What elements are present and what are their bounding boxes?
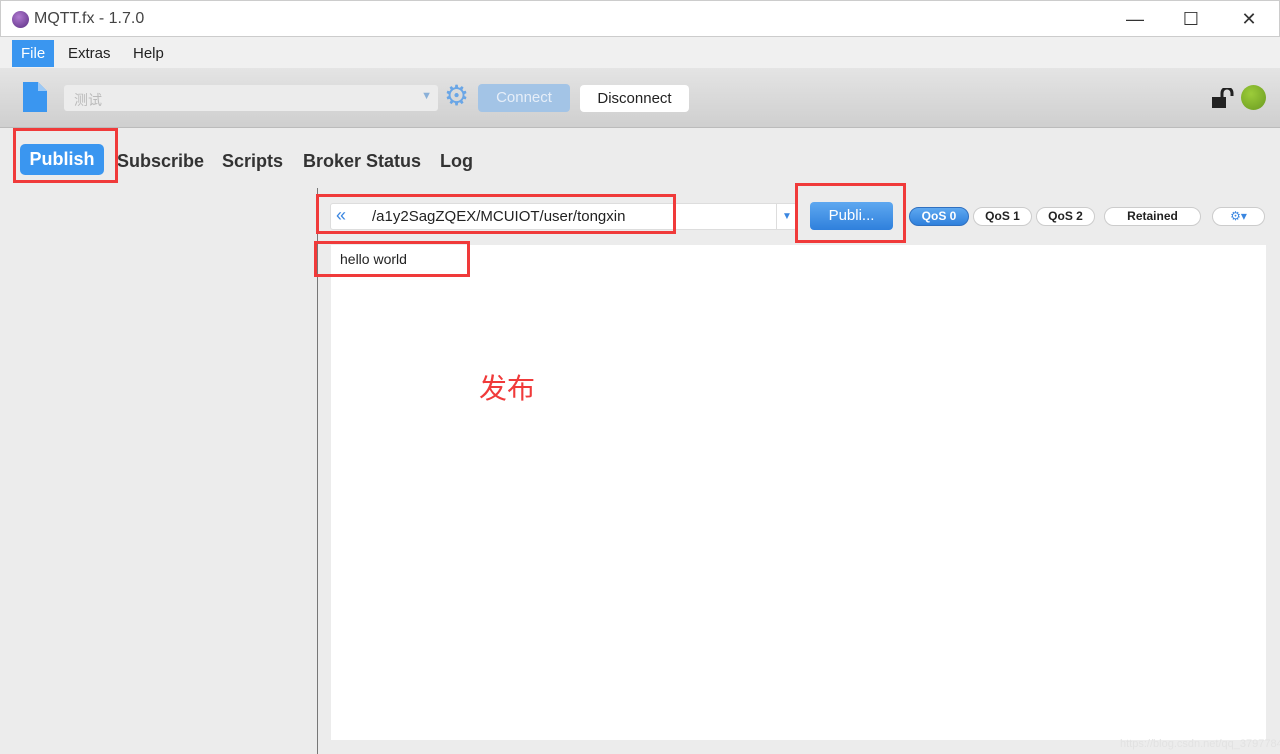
title-bar: MQTT.fx - 1.7.0 — ☐ ✕ <box>0 0 1280 37</box>
qos-2-toggle[interactable]: QoS 2 <box>1036 207 1095 226</box>
settings-dropdown-icon[interactable]: ⚙▾ <box>1212 207 1265 226</box>
unlock-icon <box>1212 88 1234 108</box>
tab-log[interactable]: Log <box>440 147 473 175</box>
menu-bar: File Extras Help <box>0 37 1280 68</box>
profile-select[interactable]: 测试 ▼ <box>64 85 438 111</box>
connect-button[interactable]: Connect <box>478 84 570 112</box>
disconnect-button[interactable]: Disconnect <box>580 85 689 112</box>
gear-icon[interactable]: ⚙ <box>444 82 469 110</box>
annotation-label: 发布 <box>479 372 536 405</box>
watermark: https://blog.csdn.net/qq_37977847 <box>1120 738 1280 750</box>
message-editor[interactable] <box>331 245 1266 740</box>
tab-subscribe[interactable]: Subscribe <box>117 147 204 175</box>
annotation-box-message <box>314 241 470 277</box>
retained-toggle[interactable]: Retained <box>1104 207 1201 226</box>
tab-scripts[interactable]: Scripts <box>222 147 283 175</box>
menu-help[interactable]: Help <box>124 40 173 67</box>
chevron-down-icon: ▼ <box>421 90 432 102</box>
app-logo-icon <box>12 11 29 28</box>
menu-file[interactable]: File <box>12 40 55 67</box>
window-title: MQTT.fx - 1.7.0 <box>34 10 145 27</box>
tab-broker-status[interactable]: Broker Status <box>303 147 421 175</box>
profile-value: 测试 <box>74 92 102 108</box>
connection-status-indicator <box>1241 85 1266 110</box>
minimize-button[interactable]: — <box>1112 5 1158 33</box>
annotation-box-publish-button <box>795 183 906 243</box>
close-button[interactable]: ✕ <box>1226 5 1272 33</box>
maximize-button[interactable]: ☐ <box>1168 5 1214 33</box>
menu-extras[interactable]: Extras <box>59 40 120 67</box>
annotation-box-publish-tab <box>13 128 118 183</box>
topic-dropdown-icon[interactable]: ▼ <box>782 211 792 222</box>
new-profile-icon[interactable] <box>23 82 47 112</box>
qos-1-toggle[interactable]: QoS 1 <box>973 207 1032 226</box>
qos-0-toggle[interactable]: QoS 0 <box>909 207 969 226</box>
annotation-box-topic <box>316 194 676 234</box>
